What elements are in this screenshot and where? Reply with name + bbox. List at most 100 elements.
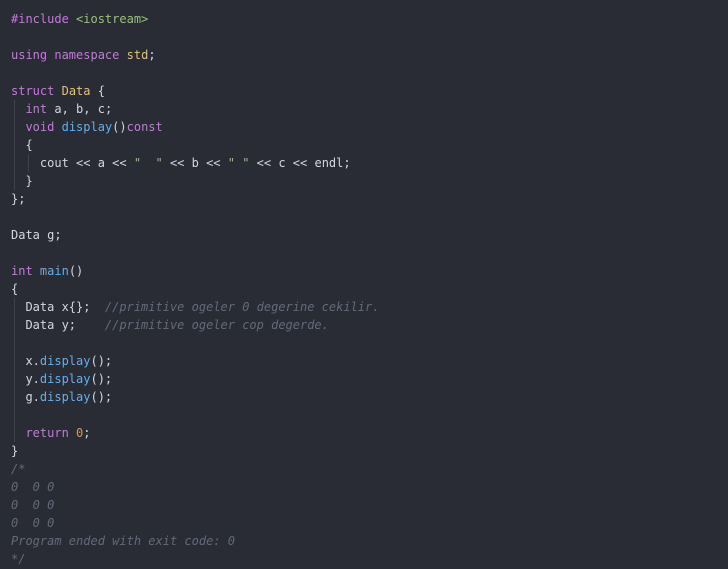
code-line[interactable]: return 0;: [11, 424, 728, 442]
code-token: Data x{};: [11, 300, 105, 314]
code-line[interactable]: {: [11, 280, 728, 298]
indent-guide: [14, 100, 15, 118]
code-token: " ": [227, 156, 250, 170]
code-token: //primitive ogeler cop degerde.: [104, 318, 329, 332]
code-token: {: [11, 282, 19, 296]
code-line[interactable]: [11, 406, 728, 424]
indent-guide: [14, 406, 15, 424]
code-line[interactable]: g.display();: [11, 388, 728, 406]
code-token: int: [11, 264, 33, 278]
code-line[interactable]: [11, 208, 728, 226]
code-token: Data g;: [11, 228, 62, 242]
code-line[interactable]: y.display();: [11, 370, 728, 388]
code-token: #include: [11, 12, 69, 26]
code-token: x.: [11, 354, 40, 368]
code-line[interactable]: int a, b, c;: [11, 100, 728, 118]
code-token: cout << a <<: [11, 156, 134, 170]
code-token: display: [39, 354, 91, 368]
code-token: ();: [90, 372, 113, 386]
indent-guide: [14, 298, 15, 316]
code-token: 0 0 0: [11, 498, 55, 512]
code-line[interactable]: [11, 64, 728, 82]
code-token: (): [68, 264, 84, 278]
code-line[interactable]: Data y; //primitive ogeler cop degerde.: [11, 316, 728, 334]
code-token: ();: [90, 390, 113, 404]
code-line[interactable]: Data x{}; //primitive ogeler 0 degerine …: [11, 298, 728, 316]
code-line[interactable]: using namespace std;: [11, 46, 728, 64]
code-line[interactable]: #include <iostream>: [11, 10, 728, 28]
indent-guide: [14, 370, 15, 388]
code-token: ;: [148, 48, 156, 62]
code-line[interactable]: struct Data {: [11, 82, 728, 100]
code-token: display: [39, 390, 91, 404]
code-token: */: [11, 552, 26, 566]
indent-guide: [14, 334, 15, 352]
indent-guide: [14, 388, 15, 406]
code-line[interactable]: void display()const: [11, 118, 728, 136]
code-token: Data y;: [11, 318, 105, 332]
code-token: << b <<: [162, 156, 228, 170]
code-token: Program ended with exit code: 0: [11, 534, 235, 548]
code-token: main: [39, 264, 69, 278]
code-token: {: [90, 84, 105, 98]
code-line[interactable]: 0 0 0: [11, 496, 728, 514]
code-line[interactable]: [11, 28, 728, 46]
code-token: g.: [11, 390, 40, 404]
code-editor[interactable]: #include <iostream> using namespace std;…: [0, 0, 728, 569]
code-line[interactable]: x.display();: [11, 352, 728, 370]
indent-guide: [14, 424, 15, 442]
code-token: }: [11, 444, 19, 458]
code-token: int: [25, 102, 48, 116]
indent-guide: [14, 172, 15, 190]
indent-guide: [14, 352, 15, 370]
code-token: <iostream>: [76, 12, 149, 26]
code-token: using: [11, 48, 48, 62]
code-token: ();: [90, 354, 113, 368]
code-line[interactable]: };: [11, 190, 728, 208]
code-token: 0 0 0: [11, 516, 55, 530]
code-token: void: [25, 120, 55, 134]
indent-guide: [14, 316, 15, 334]
code-token: display: [39, 372, 91, 386]
code-token: display: [61, 120, 113, 134]
code-line[interactable]: Program ended with exit code: 0: [11, 532, 728, 550]
code-token: 0 0 0: [11, 480, 55, 494]
code-line[interactable]: /*: [11, 460, 728, 478]
code-line[interactable]: }: [11, 172, 728, 190]
indent-guide: [14, 154, 15, 172]
code-line[interactable]: [11, 244, 728, 262]
code-line[interactable]: [11, 334, 728, 352]
code-line[interactable]: 0 0 0: [11, 478, 728, 496]
code-token: //primitive ogeler 0 degerine cekilir.: [104, 300, 380, 314]
code-line[interactable]: int main(): [11, 262, 728, 280]
code-token: ;: [83, 426, 91, 440]
code-line[interactable]: }: [11, 442, 728, 460]
code-token: a, b, c;: [47, 102, 113, 116]
code-token: return: [25, 426, 69, 440]
indent-guide: [14, 118, 15, 136]
code-line[interactable]: {: [11, 136, 728, 154]
code-line[interactable]: 0 0 0: [11, 514, 728, 532]
code-line[interactable]: cout << a << " " << b << " " << c << end…: [11, 154, 728, 172]
code-token: (): [112, 120, 127, 134]
code-token: struct: [11, 84, 55, 98]
code-token: std: [126, 48, 149, 62]
indent-guide: [14, 136, 15, 154]
code-token: << c << endl;: [249, 156, 351, 170]
indent-guide: [28, 154, 29, 172]
code-token: " ": [133, 156, 163, 170]
code-token: /*: [11, 462, 26, 476]
code-token: namespace: [54, 48, 120, 62]
code-token: const: [126, 120, 163, 134]
code-token: y.: [11, 372, 40, 386]
code-line[interactable]: Data g;: [11, 226, 728, 244]
code-line[interactable]: */: [11, 550, 728, 568]
code-token: Data: [61, 84, 91, 98]
code-token: };: [11, 192, 26, 206]
